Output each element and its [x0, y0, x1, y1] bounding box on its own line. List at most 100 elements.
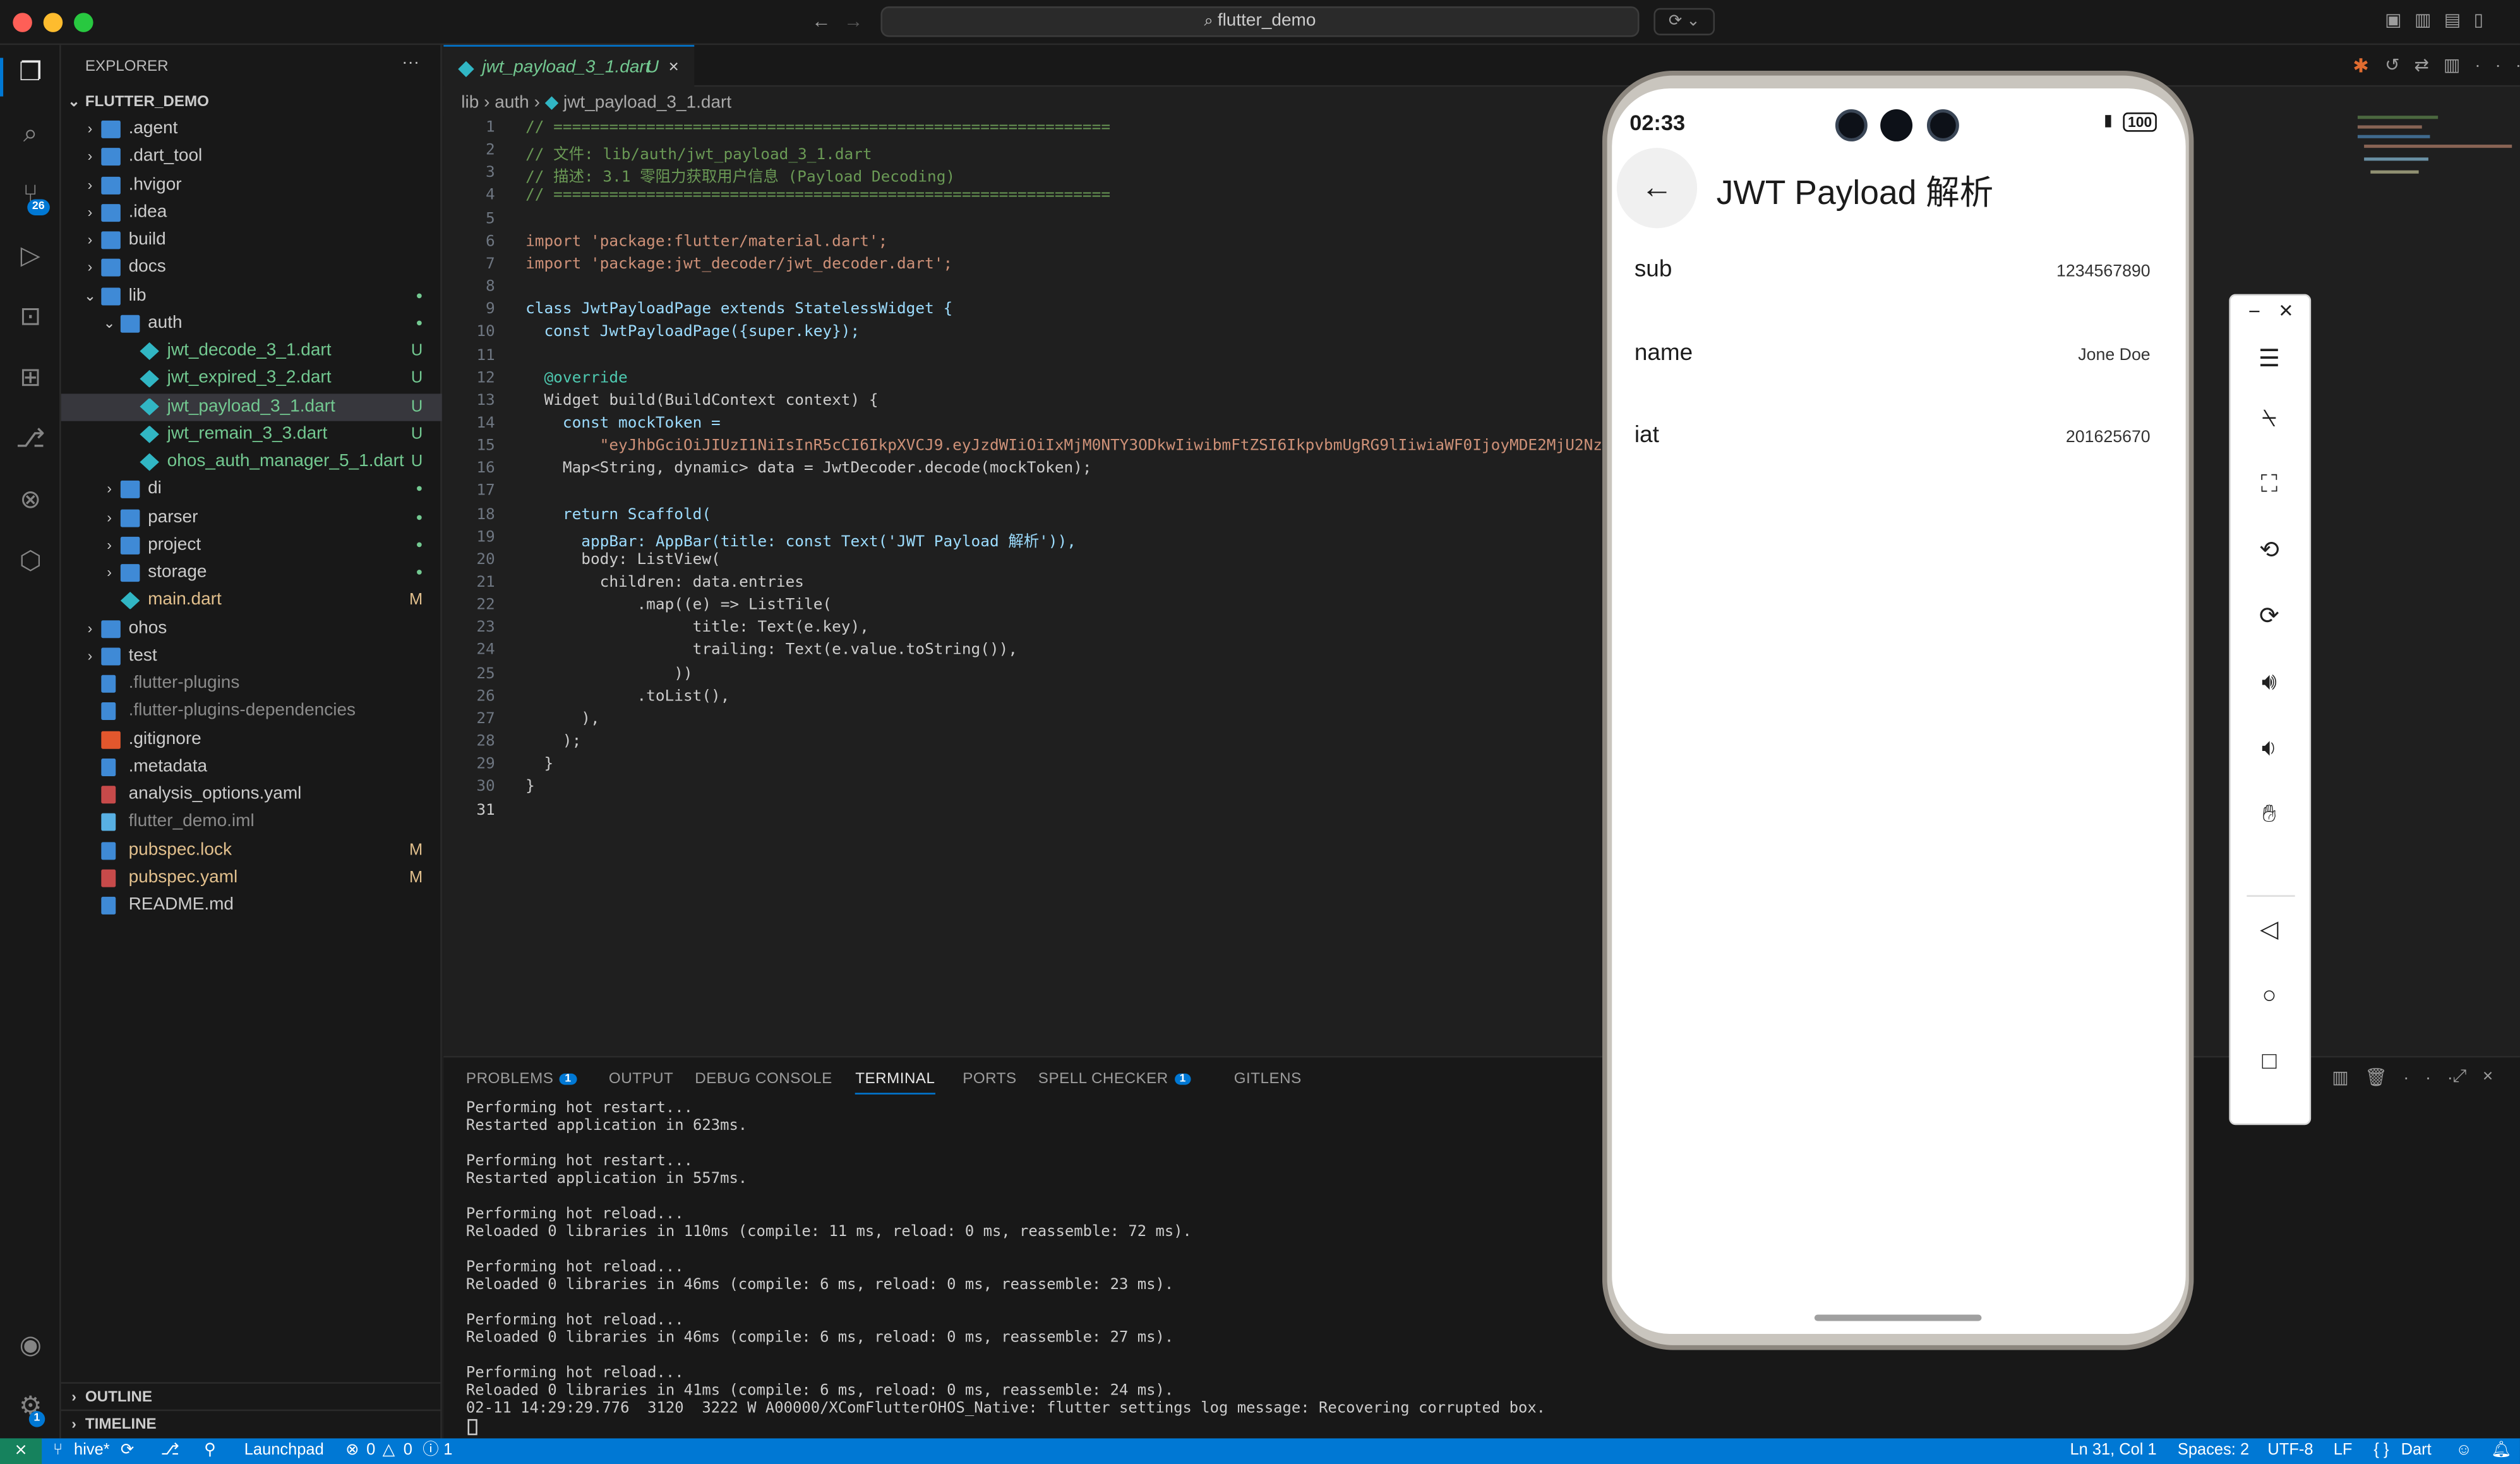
tree-item[interactable]: › test — [61, 642, 442, 669]
tree-item[interactable]: › parser ● — [61, 504, 442, 531]
tree-item[interactable]: pubspec.lock M — [61, 836, 442, 863]
home-indicator[interactable] — [1814, 1314, 1982, 1321]
close-icon[interactable]: × — [2279, 297, 2293, 325]
back-arrow-icon[interactable]: ← — [812, 9, 831, 32]
tree-item[interactable]: jwt_expired_3_2.dart U — [61, 365, 442, 392]
tree-item[interactable]: pubspec.yaml M — [61, 864, 442, 891]
panel-tab[interactable]: PROBLEMS 1 — [466, 1071, 577, 1090]
tree-item[interactable]: › docs — [61, 255, 442, 282]
tree-item[interactable]: › ohos — [61, 615, 442, 642]
tree-item[interactable]: .flutter-plugins — [61, 670, 442, 697]
back-arrow-icon[interactable]: ← — [1616, 148, 1698, 229]
cursor-position[interactable]: Ln 31, Col 1 — [2070, 1438, 2156, 1464]
rotate-right-icon[interactable]: ⟳ — [2252, 599, 2287, 635]
panel-actions-icons[interactable]: ▥🗑··· — [2332, 1067, 2469, 1088]
command-center-search[interactable]: ⌕ flutter_demo — [880, 6, 1640, 37]
volume-down-icon[interactable]: 🔉︎ — [2252, 731, 2287, 767]
notifications-icon[interactable]: 🔔︎ — [2491, 1438, 2511, 1464]
more-actions-icon[interactable]: ··· — [402, 53, 419, 73]
tree-item[interactable]: .flutter-plugins-dependencies — [61, 698, 442, 725]
remote-explorer-icon[interactable]: ⊡ — [15, 302, 47, 334]
editor-actions-icons[interactable]: ↺⇄▥··· — [2385, 55, 2520, 76]
forward-arrow-icon[interactable]: → — [844, 9, 863, 32]
git-graph-icon[interactable]: ⎇ — [160, 1438, 179, 1464]
unpin-icon[interactable]: ⍀ — [2252, 402, 2287, 437]
close-tab-icon[interactable]: × — [669, 47, 679, 88]
tree-item[interactable]: README.md — [61, 892, 442, 919]
close-window-button[interactable] — [13, 13, 32, 32]
warning-count[interactable]: 0 — [404, 1438, 412, 1464]
container-icon[interactable]: ⬡ — [15, 546, 47, 579]
flutter-icon[interactable]: ⊗ — [15, 485, 47, 517]
nav-back-icon[interactable]: ◁ — [2252, 913, 2287, 948]
workspace-root[interactable]: ⌄ FLUTTER_DEMO — [61, 88, 442, 116]
error-count[interactable]: 0 — [366, 1438, 375, 1464]
account-icon[interactable]: ◉ — [15, 1331, 47, 1363]
panel-tab[interactable]: PORTS — [963, 1071, 1016, 1088]
breadcrumb-lib[interactable]: lib — [461, 93, 479, 113]
tree-item[interactable]: › .agent — [61, 116, 442, 143]
gitlens-icon[interactable]: ⎇ — [15, 424, 47, 457]
panel-tab[interactable]: TERMINAL — [855, 1071, 935, 1095]
panel-tab[interactable]: DEBUG CONSOLE — [695, 1071, 832, 1088]
tree-item[interactable]: › .hvigor — [61, 171, 442, 198]
tree-item[interactable]: .metadata — [61, 753, 442, 781]
menu-icon[interactable]: ☰ — [2252, 342, 2287, 378]
crop-icon[interactable]: ⛶ — [2252, 467, 2287, 503]
remote-indicator-icon[interactable]: ⨯ — [0, 1438, 42, 1464]
nav-recents-icon[interactable]: □ — [2252, 1045, 2287, 1080]
tree-item[interactable]: jwt_remain_3_3.dart U — [61, 421, 442, 448]
indentation[interactable]: Spaces: 2 — [2178, 1438, 2249, 1464]
tree-item[interactable]: .gitignore — [61, 726, 442, 753]
timeline-section[interactable]: › TIMELINE — [61, 1409, 442, 1437]
branch-name[interactable]: hive* — [74, 1438, 110, 1464]
terminal-output[interactable]: Performing hot restart... Restarted appli… — [466, 1100, 1545, 1418]
tree-item[interactable]: ⌄ auth ● — [61, 309, 442, 337]
breadcrumb-auth[interactable]: auth — [495, 93, 529, 113]
tree-item[interactable]: › project ● — [61, 532, 442, 559]
encoding[interactable]: UTF-8 — [2267, 1438, 2313, 1464]
sync-icon[interactable]: ⟳ — [121, 1438, 134, 1464]
tree-item[interactable]: › build — [61, 227, 442, 254]
flutter-hot-reload-icon[interactable]: ✱ — [2353, 55, 2369, 78]
tree-item[interactable]: › storage ● — [61, 560, 442, 587]
tree-item[interactable]: analysis_options.yaml — [61, 781, 442, 808]
panel-tab[interactable]: GITLENS — [1234, 1071, 1302, 1088]
copilot-status-icon[interactable]: ☺ — [2456, 1438, 2472, 1464]
maximize-close-panel-icons[interactable]: ⤢× — [2452, 1067, 2509, 1088]
extensions-icon[interactable]: ⊞ — [15, 363, 47, 395]
language-mode[interactable]: Dart — [2401, 1438, 2432, 1464]
breadcrumb-file[interactable]: jwt_payload_3_1.dart — [563, 93, 731, 113]
minimap[interactable] — [2357, 116, 2512, 189]
phone-screen[interactable]: 02:33 ▮ 100 ← JWT Payload 解析 sub 12345678… — [1612, 88, 2186, 1335]
tree-item[interactable]: jwt_payload_3_1.dart U — [61, 393, 442, 421]
minimize-window-button[interactable] — [43, 13, 63, 32]
line-ending[interactable]: LF — [2334, 1438, 2353, 1464]
tree-item[interactable]: › di ● — [61, 476, 442, 503]
panel-tab[interactable]: OUTPUT — [609, 1071, 673, 1088]
tab-jwt-payload[interactable]: jwt_payload_3_1.dart U × — [443, 45, 695, 88]
tree-item[interactable]: flutter_demo.iml — [61, 809, 442, 836]
tree-item[interactable]: jwt_decode_3_1.dart U — [61, 337, 442, 364]
rotate-left-icon[interactable]: ⟲ — [2252, 534, 2287, 569]
shake-icon[interactable]: ✋︎ — [2252, 797, 2287, 832]
copilot-menu-icon[interactable]: ⟳ ⌄ — [1653, 8, 1715, 35]
outline-section[interactable]: › OUTLINE — [61, 1382, 442, 1409]
code-editor[interactable]: 1 // ====================================… — [443, 116, 1640, 1056]
launchpad-label[interactable]: Launchpad — [244, 1438, 324, 1464]
run-debug-icon[interactable]: ▷ — [15, 241, 47, 273]
zoom-window-button[interactable] — [74, 13, 93, 32]
tree-item[interactable]: main.dart M — [61, 587, 442, 614]
tree-item[interactable]: › .dart_tool — [61, 143, 442, 171]
nav-home-icon[interactable]: ○ — [2252, 979, 2287, 1014]
tree-item[interactable]: ohos_auth_manager_5_1.dart U — [61, 448, 442, 476]
tree-item[interactable]: › .idea — [61, 199, 442, 226]
layout-toggle-icons[interactable]: ▣▥▤▯ — [2385, 9, 2496, 31]
search-icon[interactable]: ⌕ — [15, 119, 47, 151]
explorer-icon[interactable]: ❐ — [15, 58, 47, 90]
volume-up-icon[interactable]: 🔊︎ — [2252, 665, 2287, 700]
panel-tab[interactable]: SPELL CHECKER 1 — [1038, 1071, 1191, 1090]
info-count[interactable]: 1 — [443, 1438, 452, 1464]
tree-item[interactable]: ⌄ lib ● — [61, 282, 442, 309]
minimize-icon[interactable]: − — [2248, 299, 2260, 323]
